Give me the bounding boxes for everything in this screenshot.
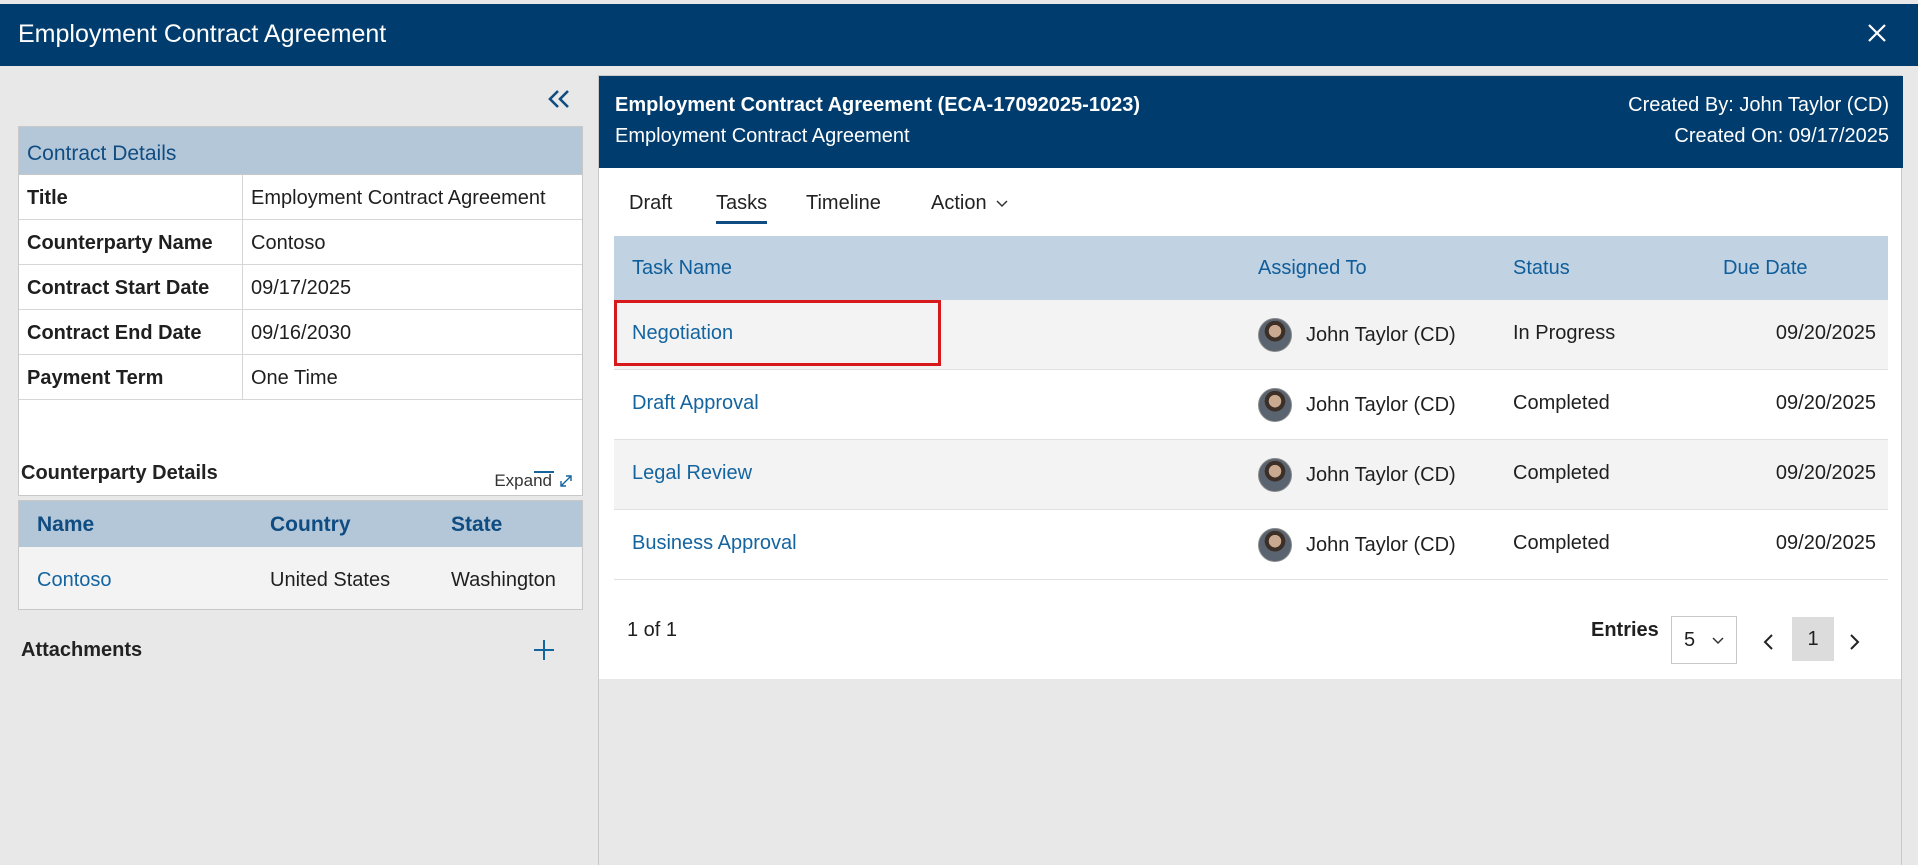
contract-subtitle: Employment Contract Agreement xyxy=(615,125,910,147)
detail-value: Contoso xyxy=(251,232,326,254)
detail-value: 09/17/2025 xyxy=(251,277,352,299)
detail-label: Title xyxy=(19,175,243,219)
due-date: 09/20/2025 xyxy=(1775,322,1876,344)
detail-label: Contract End Date xyxy=(19,310,243,354)
tab-draft[interactable]: Draft xyxy=(629,192,672,215)
task-status: Completed xyxy=(1513,532,1610,554)
due-date: 09/20/2025 xyxy=(1775,462,1876,484)
attachments-title: Attachments xyxy=(21,639,143,661)
avatar xyxy=(1258,528,1292,562)
due-date: 09/20/2025 xyxy=(1775,532,1876,554)
detail-value: One Time xyxy=(251,367,338,389)
counterparty-details-title: Counterparty Details xyxy=(21,462,218,484)
task-link[interactable]: Legal Review xyxy=(632,462,752,485)
column-header-country: Country xyxy=(270,513,351,536)
column-header-assigned-to[interactable]: Assigned To xyxy=(1258,257,1367,280)
task-status: Completed xyxy=(1513,462,1610,484)
column-header-due-date[interactable]: Due Date xyxy=(1723,257,1808,280)
empty-area xyxy=(599,679,1901,865)
previous-page-button[interactable] xyxy=(1754,624,1784,660)
detail-value: Employment Contract Agreement xyxy=(251,187,546,209)
tab-tasks[interactable]: Tasks xyxy=(716,192,768,224)
chevron-left-icon xyxy=(1763,634,1773,650)
column-header-status[interactable]: Status xyxy=(1513,257,1570,280)
detail-row-end-date: Contract End Date 09/16/2030 xyxy=(19,310,582,355)
tasks-table: Task Name Assigned To Status Due Date Ne… xyxy=(614,236,1888,580)
pagination-summary: 1 of 1 xyxy=(627,619,678,641)
tab-timeline[interactable]: Timeline xyxy=(806,192,881,215)
tab-action[interactable]: Action xyxy=(931,192,1009,215)
table-row: Business Approval John Taylor (CD) Compl… xyxy=(614,510,1888,580)
page-number-button[interactable]: 1 xyxy=(1792,617,1834,661)
entries-value: 5 xyxy=(1684,629,1696,651)
contract-details-card: Contract Details Title Employment Contra… xyxy=(18,126,583,496)
created-by: Created By: John Taylor (CD) xyxy=(1628,94,1889,116)
task-link[interactable]: Draft Approval xyxy=(632,392,759,415)
table-row: Contoso United States Washington xyxy=(19,547,582,611)
column-header-name: Name xyxy=(37,513,95,536)
chevron-down-icon xyxy=(996,199,1008,207)
avatar xyxy=(1258,388,1292,422)
assigned-to: John Taylor (CD) xyxy=(1306,534,1456,556)
entries-select[interactable]: 5 xyxy=(1671,616,1737,664)
due-date: 09/20/2025 xyxy=(1775,392,1876,414)
tab-bar: Draft Tasks Timeline Action xyxy=(599,168,1903,236)
detail-row-counterparty: Counterparty Name Contoso xyxy=(19,220,582,265)
window-title: Employment Contract Agreement xyxy=(18,20,387,48)
contract-details-header: Contract Details xyxy=(19,127,582,175)
created-on: Created On: 09/17/2025 xyxy=(1674,125,1889,147)
assigned-to: John Taylor (CD) xyxy=(1306,464,1456,486)
detail-label: Contract Start Date xyxy=(19,265,243,309)
chevron-right-icon xyxy=(1850,634,1860,650)
table-row: Negotiation John Taylor (CD) In Progress… xyxy=(614,300,1888,370)
task-status: In Progress xyxy=(1513,322,1616,344)
collapse-section-icon[interactable] xyxy=(530,458,558,486)
chevron-down-icon xyxy=(1712,637,1724,645)
contract-title: Employment Contract Agreement (ECA-17092… xyxy=(615,94,1140,116)
detail-value: 09/16/2030 xyxy=(251,322,352,344)
counterparty-state: Washington xyxy=(451,569,556,591)
counterparty-country: United States xyxy=(270,569,391,591)
assigned-to: John Taylor (CD) xyxy=(1306,394,1456,416)
entries-label: Entries xyxy=(1591,619,1659,641)
tasks-table-header: Task Name Assigned To Status Due Date xyxy=(614,236,1888,300)
detail-row-payment-term: Payment Term One Time xyxy=(19,355,582,400)
detail-row-title: Title Employment Contract Agreement xyxy=(19,175,582,220)
detail-label: Counterparty Name xyxy=(19,220,243,264)
detail-label: Payment Term xyxy=(19,355,243,399)
tab-action-label: Action xyxy=(931,192,987,214)
close-icon[interactable] xyxy=(1862,18,1892,48)
expand-icon xyxy=(560,475,572,487)
table-row: Draft Approval John Taylor (CD) Complete… xyxy=(614,370,1888,440)
column-header-task-name[interactable]: Task Name xyxy=(632,257,732,280)
column-header-state: State xyxy=(451,513,503,536)
detail-row-start-date: Contract Start Date 09/17/2025 xyxy=(19,265,582,310)
assigned-to: John Taylor (CD) xyxy=(1306,324,1456,346)
avatar xyxy=(1258,318,1292,352)
main-panel: Employment Contract Agreement (ECA-17092… xyxy=(598,75,1903,865)
counterparty-table-header: Name Country State xyxy=(19,501,582,547)
contract-header: Employment Contract Agreement (ECA-17092… xyxy=(599,76,1903,168)
avatar xyxy=(1258,458,1292,492)
window-title-bar: Employment Contract Agreement xyxy=(0,4,1918,66)
counterparty-link[interactable]: Contoso xyxy=(37,569,112,592)
next-page-button[interactable] xyxy=(1839,624,1869,660)
left-panel: Contract Details Title Employment Contra… xyxy=(0,66,598,865)
task-link[interactable]: Negotiation xyxy=(632,322,733,345)
counterparty-table: Name Country State Contoso United States… xyxy=(18,500,583,610)
double-chevron-left-icon[interactable] xyxy=(542,84,576,114)
table-row: Legal Review John Taylor (CD) Completed … xyxy=(614,440,1888,510)
task-status: Completed xyxy=(1513,392,1610,414)
add-attachment-icon[interactable] xyxy=(530,636,558,664)
task-link[interactable]: Business Approval xyxy=(632,532,797,555)
